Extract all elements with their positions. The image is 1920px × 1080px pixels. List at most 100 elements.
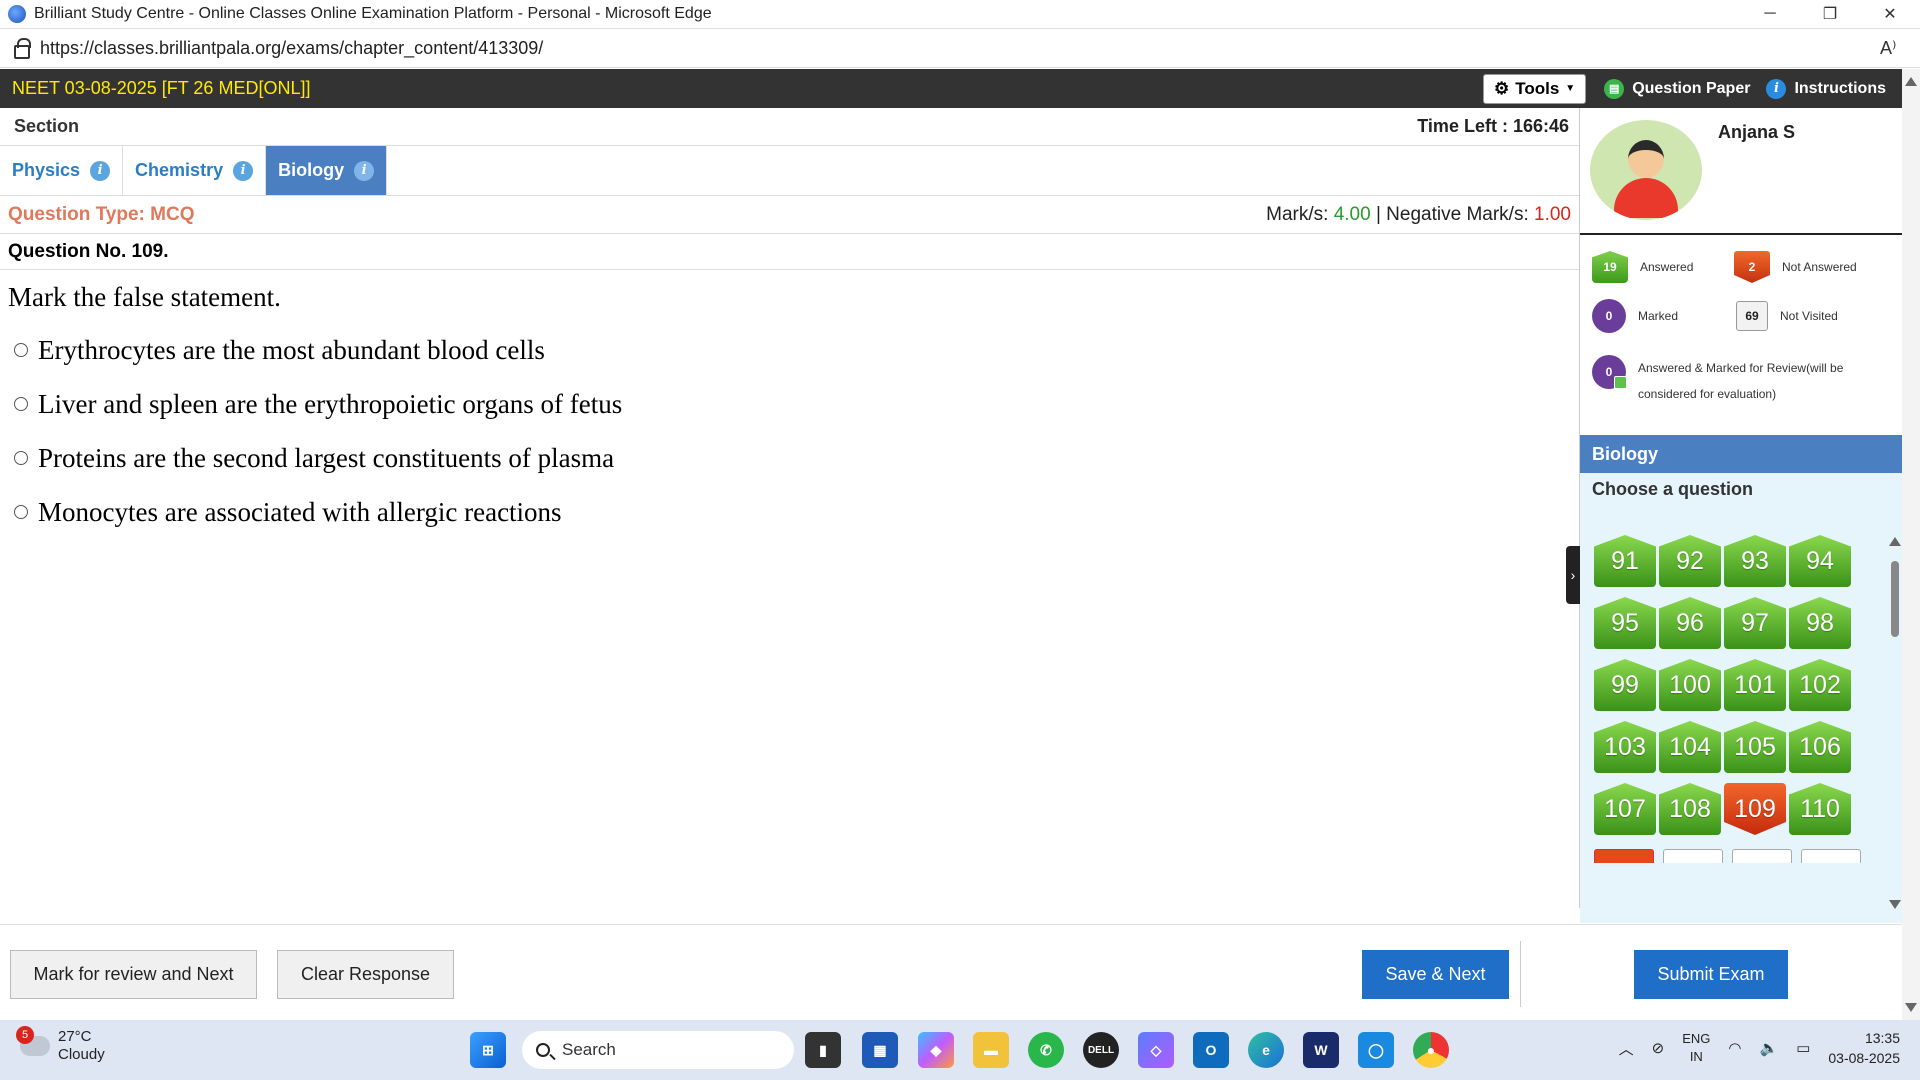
question-button-110[interactable]: 110	[1789, 783, 1851, 835]
question-button-104[interactable]: 104	[1659, 721, 1721, 773]
question-button-92[interactable]: 92	[1659, 535, 1721, 587]
tab-physics[interactable]: Physics i	[0, 146, 124, 195]
app-icon[interactable]: ◯	[1358, 1032, 1394, 1068]
question-button-94[interactable]: 94	[1789, 535, 1851, 587]
volume-icon[interactable]: 🔈	[1760, 1039, 1779, 1057]
tab-chemistry[interactable]: Chemistry i	[123, 146, 267, 195]
question-button-103[interactable]: 103	[1594, 721, 1656, 773]
palette-scrollbar[interactable]	[1888, 535, 1902, 915]
radio-button[interactable]	[14, 343, 28, 357]
minimize-button[interactable]: ─	[1740, 0, 1800, 29]
question-button[interactable]	[1801, 849, 1861, 863]
maximize-button[interactable]: ❐	[1800, 0, 1860, 29]
mark-review-next-button[interactable]: Mark for review and Next	[10, 950, 257, 999]
marks-info: Mark/s: 4.00 | Negative Mark/s: 1.00	[1266, 204, 1571, 226]
taskbar-search[interactable]: Search	[522, 1031, 794, 1069]
whatsapp-icon[interactable]: ✆	[1028, 1032, 1064, 1068]
clock[interactable]: 13:35 03-08-2025	[1828, 1028, 1900, 1068]
question-button-93[interactable]: 93	[1724, 535, 1786, 587]
page-scrollbar[interactable]	[1902, 69, 1920, 1020]
close-button[interactable]: ✕	[1860, 0, 1920, 29]
clear-response-button[interactable]: Clear Response	[277, 950, 454, 999]
radio-button[interactable]	[14, 397, 28, 411]
scroll-up-icon[interactable]	[1905, 77, 1917, 86]
info-icon[interactable]: i	[90, 160, 111, 181]
edge-profile-icon[interactable]	[8, 5, 26, 23]
section-row: Section Time Left : 166:46	[0, 108, 1579, 146]
info-icon[interactable]: i	[354, 160, 375, 181]
question-button-99[interactable]: 99	[1594, 659, 1656, 711]
option-4[interactable]: Monocytes are associated with allergic r…	[0, 485, 1579, 539]
scroll-down-icon[interactable]	[1889, 900, 1901, 909]
question-button-91[interactable]: 91	[1594, 535, 1656, 587]
divider	[1520, 941, 1521, 1007]
action-bar: Mark for review and Next Clear Response …	[0, 924, 1902, 1020]
palette-next-row	[1594, 849, 1861, 863]
question-button-96[interactable]: 96	[1659, 597, 1721, 649]
question-button-101[interactable]: 101	[1724, 659, 1786, 711]
scroll-down-icon[interactable]	[1905, 1003, 1917, 1012]
edge-icon[interactable]: e	[1248, 1032, 1284, 1068]
radio-button[interactable]	[14, 451, 28, 465]
info-icon[interactable]: i	[233, 160, 254, 181]
collapse-panel-toggle[interactable]: ›	[1566, 546, 1580, 604]
question-button-107[interactable]: 107	[1594, 783, 1656, 835]
read-aloud-icon[interactable]: A⁾	[1880, 38, 1920, 59]
avatar-head	[1628, 140, 1664, 178]
wifi-icon[interactable]: ◠	[1728, 1039, 1741, 1057]
outlook-icon[interactable]: O	[1193, 1032, 1229, 1068]
question-button-108[interactable]: 108	[1659, 783, 1721, 835]
app-icon[interactable]: ◇	[1138, 1032, 1174, 1068]
tab-biology[interactable]: Biology i	[266, 146, 388, 195]
question-paper-link[interactable]: ▤ Question Paper	[1604, 78, 1750, 99]
weather-widget[interactable]: 5 27°C Cloudy	[16, 1026, 105, 1064]
window-title: Brilliant Study Centre - Online Classes …	[34, 5, 712, 22]
url-text[interactable]: https://classes.brilliantpala.org/exams/…	[40, 38, 1880, 59]
store-icon[interactable]: ▦	[862, 1032, 898, 1068]
network-off-icon[interactable]: ⊘	[1652, 1039, 1665, 1057]
chrome-icon[interactable]: ●	[1413, 1032, 1449, 1068]
scroll-thumb[interactable]	[1891, 561, 1899, 637]
negative-marks-value: 1.00	[1534, 203, 1571, 225]
webex-icon[interactable]: W	[1303, 1032, 1339, 1068]
file-explorer-icon[interactable]: ▬	[973, 1032, 1009, 1068]
option-3[interactable]: Proteins are the second largest constitu…	[0, 431, 1579, 485]
scroll-up-icon[interactable]	[1889, 537, 1901, 546]
start-windows-icon[interactable]: ⊞	[470, 1032, 506, 1068]
question-button[interactable]	[1594, 849, 1654, 863]
tools-dropdown-button[interactable]: ⚙ Tools ▼	[1482, 73, 1587, 104]
question-number: Question No. 109.	[0, 234, 1579, 270]
task-view-icon[interactable]: ▮	[805, 1032, 841, 1068]
legend-label: Not Answered	[1782, 260, 1857, 274]
tab-label: Chemistry	[135, 160, 224, 180]
battery-icon[interactable]: ▭	[1796, 1039, 1810, 1057]
question-paper-icon: ▤	[1604, 78, 1625, 99]
question-button-100[interactable]: 100	[1659, 659, 1721, 711]
question-button-102[interactable]: 102	[1789, 659, 1851, 711]
chevron-up-icon[interactable]: ︿	[1619, 1038, 1634, 1059]
question-button-105[interactable]: 105	[1724, 721, 1786, 773]
question-button-98[interactable]: 98	[1789, 597, 1851, 649]
question-button-95[interactable]: 95	[1594, 597, 1656, 649]
question-button-106[interactable]: 106	[1789, 721, 1851, 773]
question-button-97[interactable]: 97	[1724, 597, 1786, 649]
question-button-109[interactable]: 109	[1724, 783, 1786, 835]
question-text: Mark the false statement.	[8, 282, 281, 312]
option-text: Proteins are the second largest constitu…	[38, 442, 615, 473]
marks-label: Mark/s:	[1266, 203, 1334, 225]
instructions-link[interactable]: i Instructions	[1766, 78, 1886, 99]
radio-button[interactable]	[14, 505, 28, 519]
dell-icon[interactable]: DELL	[1083, 1032, 1119, 1068]
copilot-icon[interactable]: ◆	[918, 1032, 954, 1068]
submit-exam-button[interactable]: Submit Exam	[1634, 950, 1788, 999]
address-bar[interactable]: https://classes.brilliantpala.org/exams/…	[0, 30, 1920, 68]
question-button[interactable]	[1663, 849, 1723, 863]
marks-value: 4.00	[1333, 203, 1371, 225]
option-1[interactable]: Erythrocytes are the most abundant blood…	[0, 323, 1579, 377]
status-panel: Anjana S 19 Answered 2 Not Answered 0 Ma…	[1580, 108, 1902, 924]
language-indicator[interactable]: ENG IN	[1682, 1030, 1710, 1066]
option-2[interactable]: Liver and spleen are the erythropoietic …	[0, 377, 1579, 431]
save-next-button[interactable]: Save & Next	[1362, 950, 1509, 999]
lock-icon[interactable]	[14, 37, 31, 59]
question-button[interactable]	[1732, 849, 1792, 863]
